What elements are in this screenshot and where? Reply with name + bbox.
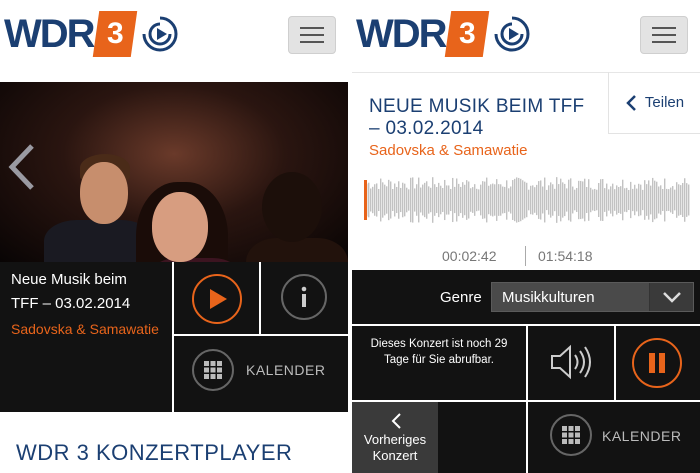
chevron-left-icon xyxy=(626,94,636,111)
pause-icon xyxy=(649,353,665,373)
hamburger-menu-button[interactable] xyxy=(640,16,688,54)
header: WDR 3 xyxy=(352,0,700,72)
logo-number-box: 3 xyxy=(92,11,137,57)
chevron-down-icon xyxy=(649,283,693,311)
wdr3-logo[interactable]: WDR 3 xyxy=(4,10,180,58)
logo-text: WDR xyxy=(356,12,448,56)
elapsed-time: 00:02:42 xyxy=(442,248,497,264)
genre-select[interactable]: Musikkulturen xyxy=(491,282,694,312)
volume-button[interactable] xyxy=(528,326,614,400)
calendar-label: KALENDER xyxy=(246,362,326,378)
play-icon xyxy=(210,289,227,309)
genre-label: Genre xyxy=(440,289,482,306)
page-title: WDR 3 KONZERTPLAYER xyxy=(16,440,293,465)
concert-photo xyxy=(0,82,348,262)
radio-play-icon xyxy=(494,16,529,52)
logo-number: 3 xyxy=(106,17,123,50)
speaker-volume-icon xyxy=(551,344,591,380)
availability-text: Dieses Konzert ist noch 29 Tage für Sie … xyxy=(370,338,508,366)
chevron-left-icon xyxy=(391,413,401,429)
audio-waveform-scrubber[interactable] xyxy=(364,176,690,224)
header: WDR 3 xyxy=(0,0,348,72)
play-button[interactable] xyxy=(174,262,259,334)
info-icon xyxy=(301,286,307,307)
concert-title-line2: TFF – 03.02.2014 xyxy=(11,295,131,312)
genre-bar: Genre Musikkulturen xyxy=(352,270,700,324)
logo-number-box: 3 xyxy=(444,11,489,57)
total-time: 01:54:18 xyxy=(538,248,593,264)
concert-title-line1: Neue Musik beim xyxy=(11,271,127,288)
info-button[interactable] xyxy=(261,262,348,334)
pause-button[interactable] xyxy=(616,326,700,400)
previous-concert-button[interactable]: Vorheriges Konzert xyxy=(352,402,438,473)
calendar-button[interactable]: KALENDER xyxy=(174,336,348,412)
radio-play-icon xyxy=(142,16,177,52)
player-screen-right: WDR 3 NEUE MUSIK BEIM TFF – 03.02.2014 S… xyxy=(352,0,700,473)
share-label: Teilen xyxy=(644,94,685,111)
genre-selected-value: Musikkulturen xyxy=(502,289,595,306)
wdr3-logo[interactable]: WDR 3 xyxy=(356,10,532,58)
calendar-label: KALENDER xyxy=(602,428,682,444)
hamburger-menu-button[interactable] xyxy=(288,16,336,54)
track-artists: Sadovska & Samawatie xyxy=(369,142,528,159)
calendar-button[interactable]: KALENDER xyxy=(528,402,700,473)
previous-concert-label: Vorheriges Konzert xyxy=(363,432,427,463)
logo-text: WDR xyxy=(4,12,96,56)
calendar-grid-icon xyxy=(204,361,222,379)
concert-info-panel: Neue Musik beim TFF – 03.02.2014 Sadovsk… xyxy=(0,262,172,412)
logo-number: 3 xyxy=(458,17,475,50)
concert-artists: Sadovska & Samawatie xyxy=(11,321,159,337)
chevron-left-icon[interactable] xyxy=(4,142,40,192)
share-button[interactable]: Teilen xyxy=(608,72,700,134)
player-screen-left: WDR 3 Neue Musik beim TFF – 03.02.2014 S… xyxy=(0,0,348,473)
availability-notice: Dieses Konzert ist noch 29 Tage für Sie … xyxy=(352,326,526,400)
playhead-marker xyxy=(364,180,367,220)
calendar-grid-icon xyxy=(562,426,580,444)
time-display: 00:02:42 01:54:18 xyxy=(352,246,700,266)
track-title: NEUE MUSIK BEIM TFF – 03.02.2014 xyxy=(369,96,585,139)
